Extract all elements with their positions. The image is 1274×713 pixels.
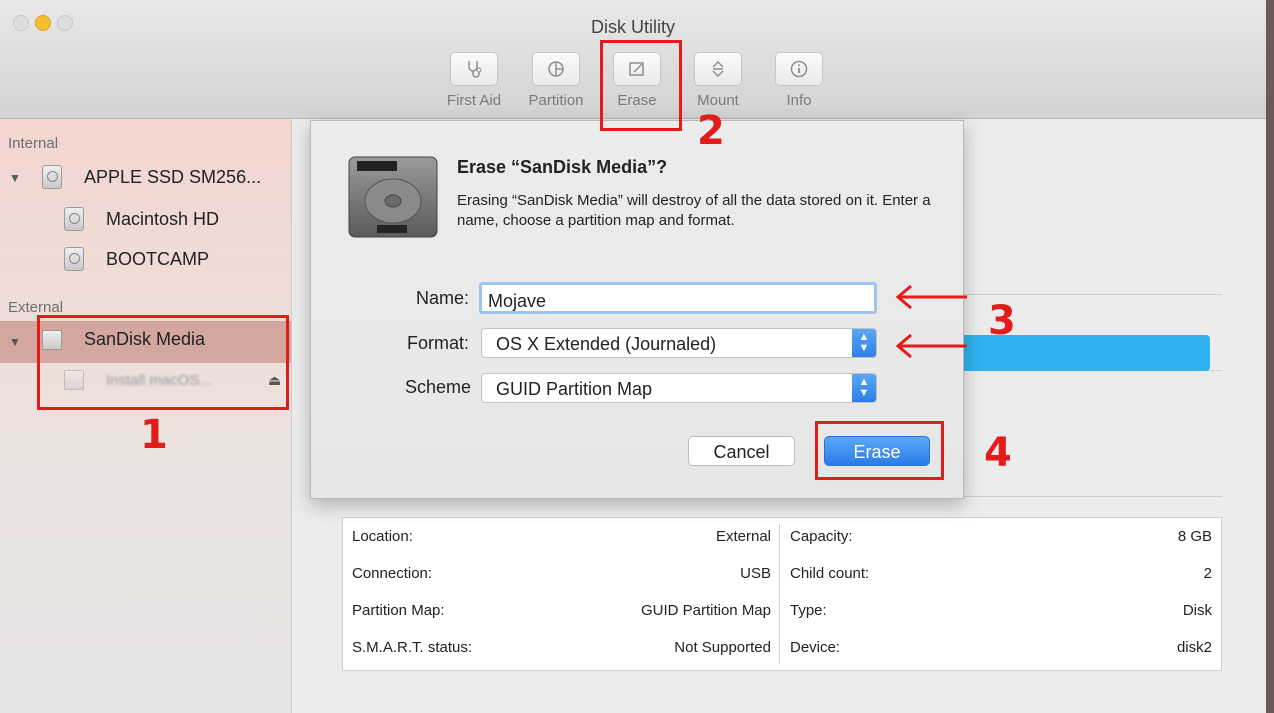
annotation-box-1 — [37, 315, 289, 410]
hard-disk-icon — [42, 165, 62, 189]
section-external: External — [8, 299, 64, 316]
info-key: S.M.A.R.T. status: — [352, 639, 473, 656]
toolbar-label: Partition — [528, 92, 584, 109]
disclosure-triangle-icon[interactable]: ▼ — [9, 335, 21, 349]
toolbar-label: Info — [786, 92, 812, 109]
window-title: Disk Utility — [591, 17, 675, 37]
scheme-value: GUID Partition Map — [496, 379, 653, 399]
info-key: Partition Map: — [352, 602, 445, 619]
toolbar-label: First Aid — [446, 92, 502, 109]
info-icon[interactable] — [775, 52, 823, 86]
annotation-number-4: 4 — [984, 430, 1012, 476]
chevron-updown-icon[interactable]: ▲ ▼ — [852, 374, 876, 402]
toolbar-mount[interactable]: Mount — [681, 52, 755, 109]
annotation-arrow-icon — [895, 333, 967, 359]
dialog-title: Erase “SanDisk Media”? — [457, 157, 668, 177]
annotation-box-4 — [815, 421, 944, 480]
info-value: External — [715, 528, 771, 545]
table-row: S.M.A.R.T. status: Not Supported Device:… — [343, 629, 1221, 666]
volume-icon — [64, 247, 84, 271]
sidebar-item-label: BOOTCAMP — [106, 248, 210, 269]
info-value: disk2 — [1176, 639, 1212, 656]
toolbar-label: Mount — [697, 92, 739, 109]
info-value: Disk — [1182, 602, 1212, 619]
info-key: Type: — [790, 602, 827, 619]
toolbar-info[interactable]: Info — [762, 52, 836, 109]
sidebar-item-label: APPLE SSD SM256... — [84, 166, 262, 187]
annotation-number-3: 3 — [988, 298, 1016, 344]
annotation-number-2: 2 — [697, 108, 725, 154]
format-select[interactable]: OS X Extended (Journaled) ▲ ▼ — [481, 328, 877, 358]
table-row: Location: External Capacity: 8 GB — [343, 518, 1221, 555]
info-value: 2 — [1203, 565, 1212, 582]
mount-icon[interactable] — [694, 52, 742, 86]
info-value: Not Supported — [674, 639, 771, 656]
toolbar-first-aid[interactable]: First Aid — [437, 52, 511, 109]
info-key: Capacity: — [790, 528, 853, 545]
info-key: Connection: — [352, 565, 433, 582]
table-row: Partition Map: GUID Partition Map Type: … — [343, 592, 1221, 629]
info-table: Location: External Capacity: 8 GB Connec… — [342, 517, 1222, 671]
dialog-message: Erasing “SanDisk Media” will destroy of … — [457, 192, 931, 229]
hard-drive-icon — [348, 156, 438, 238]
info-key: Location: — [352, 528, 413, 545]
stethoscope-icon[interactable] — [450, 52, 498, 86]
sidebar-item-label: Macintosh HD — [106, 208, 220, 229]
format-label: Format: — [406, 333, 469, 353]
chevron-updown-icon[interactable]: ▲ ▼ — [852, 329, 876, 357]
info-value: 8 GB — [1177, 528, 1212, 545]
cancel-button[interactable]: Cancel — [688, 436, 795, 466]
sidebar-item-macintosh-hd[interactable]: Macintosh HD — [64, 207, 219, 231]
volume-icon — [64, 207, 84, 231]
table-row: Connection: USB Child count: 2 — [343, 555, 1221, 592]
pie-icon[interactable] — [532, 52, 580, 86]
name-input[interactable]: Mojave — [479, 282, 877, 314]
annotation-arrow-icon — [895, 284, 967, 310]
info-value: USB — [740, 565, 771, 582]
name-label: Name: — [415, 288, 469, 308]
annotation-number-1: 1 — [140, 412, 168, 458]
sidebar-item-bootcamp[interactable]: BOOTCAMP — [64, 247, 209, 271]
scheme-label: Scheme — [404, 377, 471, 397]
disclosure-triangle-icon[interactable]: ▼ — [9, 171, 21, 185]
scheme-select[interactable]: GUID Partition Map ▲ ▼ — [481, 373, 877, 403]
info-value: GUID Partition Map — [640, 602, 771, 619]
divider — [962, 294, 1222, 295]
format-value: OS X Extended (Journaled) — [496, 334, 717, 354]
section-internal: Internal — [8, 135, 59, 152]
divider — [962, 496, 1222, 497]
sidebar-item-apple-ssd[interactable]: APPLE SSD SM256... — [42, 165, 261, 189]
info-key: Child count: — [790, 565, 870, 582]
annotation-box-2 — [600, 40, 682, 131]
toolbar-partition[interactable]: Partition — [519, 52, 593, 109]
disk-utility-window: Disk Utility First Aid Partition Erase M… — [0, 0, 1266, 713]
info-key: Device: — [790, 639, 841, 656]
